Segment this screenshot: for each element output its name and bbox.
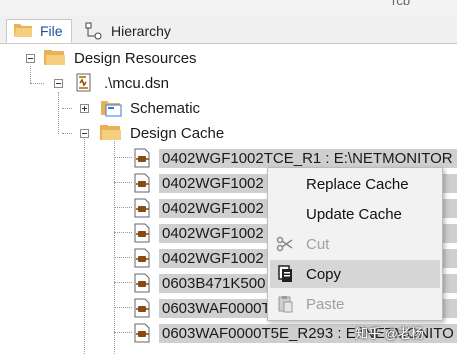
hierarchy-icon [84,22,106,40]
context-menu: Replace Cache Update Cache Cut Copy Past… [267,167,443,321]
tree-connector [58,92,59,134]
tree-item-label: Design Resources [74,49,197,67]
tree-connector [30,66,31,83]
tree-connector [114,157,132,158]
copy-icon [276,265,294,283]
menu-item-cut[interactable]: Cut [270,230,440,258]
menu-item-label: Update Cache [306,205,402,223]
design-file-icon [74,73,96,92]
menu-item-label: Replace Cache [306,175,409,193]
menu-item-label: Paste [306,295,345,313]
tab-file-label: File [40,23,63,39]
window-title-fragment: rcb [392,0,411,8]
part-icon [132,323,154,343]
tree-connector [30,83,44,84]
window-title-strip: rcb [0,0,457,16]
cache-item-label: 0402WGF1002TCE_R1 : E:\NETMONITOR [159,148,457,168]
watermark: 知乎 @老杨 [355,326,424,341]
tree-item-schematic[interactable]: Schematic [100,97,203,119]
tree-item-label: Schematic [130,99,201,117]
menu-item-label: Copy [306,265,342,283]
tree-connector [84,139,85,354]
tab-hierarchy-label: Hierarchy [111,23,171,39]
cache-item[interactable]: 0402WGF1002TCE_R1 : E:\NETMONITOR [132,147,457,169]
tree-item-design-file[interactable]: .\mcu.dsn [74,72,172,94]
tab-bar: File Hierarchy [0,16,457,44]
folder-icon [44,50,66,66]
menu-item-replace-cache[interactable]: Replace Cache [270,170,440,198]
collapse-toggle[interactable] [80,129,89,138]
folder-icon [100,125,122,141]
part-icon [132,198,154,218]
scissors-icon [276,235,294,253]
menu-item-copy[interactable]: Copy [270,260,440,288]
tree-connector [114,141,115,354]
part-icon [132,173,154,193]
folder-icon [13,22,35,40]
collapse-toggle[interactable] [26,54,35,63]
tree-connector [114,232,132,233]
tree-connector [62,133,72,134]
part-icon [132,223,154,243]
tree-connector [114,207,132,208]
part-icon [132,148,154,168]
expand-toggle[interactable] [80,104,89,113]
tree-connector [114,257,132,258]
paste-icon [276,295,294,313]
tree-connector [114,332,132,333]
collapse-toggle[interactable] [54,79,63,88]
tree-connector [62,108,72,109]
tree-item-label: Design Cache [130,124,225,142]
tab-hierarchy[interactable]: Hierarchy [80,19,194,43]
tree-item-design-cache[interactable]: Design Cache [100,122,227,144]
menu-item-update-cache[interactable]: Update Cache [270,200,440,228]
tree-connector [114,307,132,308]
tab-file[interactable]: File [6,19,72,43]
tree-connector [114,182,132,183]
part-icon [132,298,154,318]
tree-item-label: .\mcu.dsn [104,74,170,92]
tree-item-design-resources[interactable]: Design Resources [44,47,200,69]
schematic-folder-icon [100,100,122,117]
part-icon [132,273,154,293]
menu-item-paste[interactable]: Paste [270,290,440,318]
tree-connector [114,282,132,283]
part-icon [132,248,154,268]
menu-item-label: Cut [306,235,330,253]
